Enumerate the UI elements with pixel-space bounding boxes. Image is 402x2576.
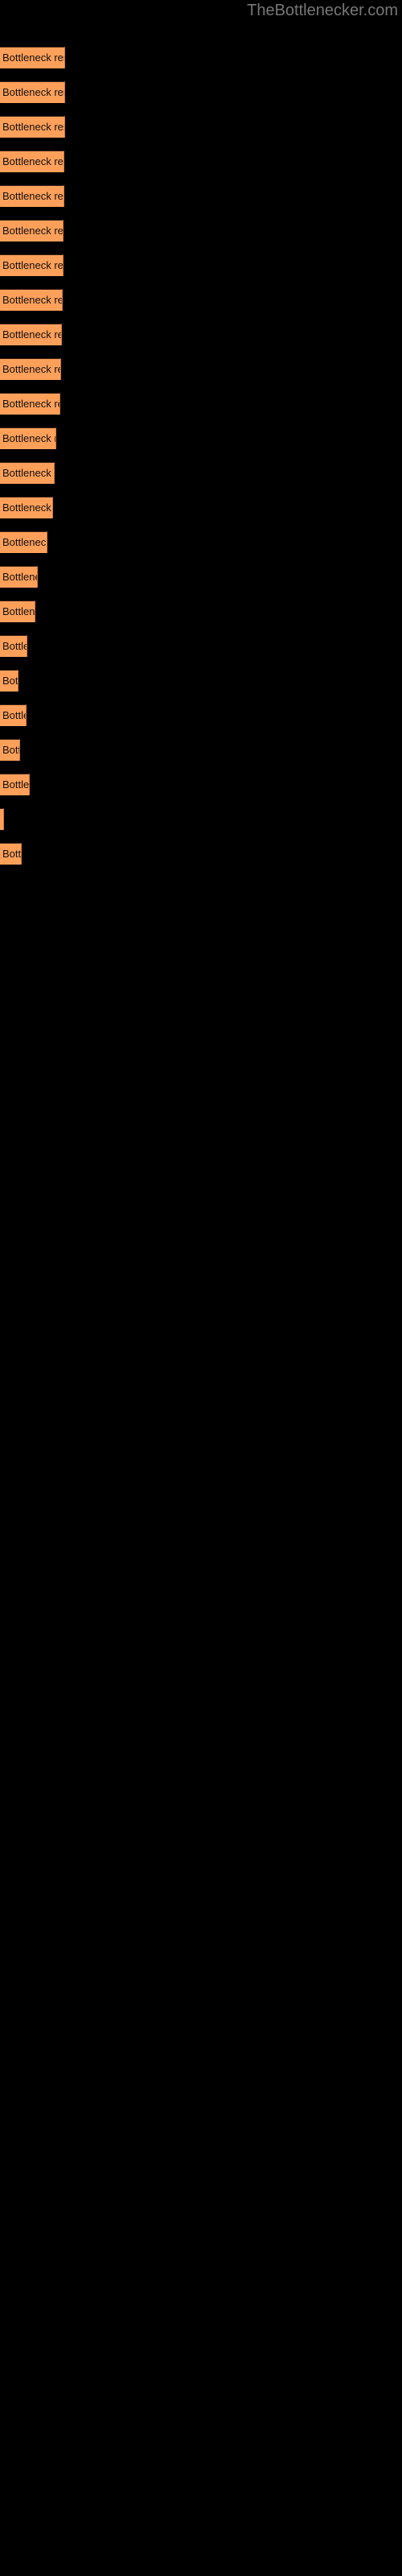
chart-bar[interactable]: Bottleneck result xyxy=(0,531,47,553)
chart-bar[interactable]: Bottleneck result xyxy=(0,81,65,103)
chart-bar-label: Bottleneck result xyxy=(2,52,64,64)
chart-bar-label: Bottleneck result xyxy=(2,502,52,514)
chart-bar-label: Bottleneck result xyxy=(2,778,30,791)
chart-bar[interactable]: Bottleneck result xyxy=(0,497,53,518)
chart-bar[interactable]: Bottleneck result xyxy=(0,739,20,761)
chart-bar-row: Bottleneck result xyxy=(0,670,402,704)
chart-bar-row: Bottleneck result xyxy=(0,254,402,289)
chart-bar-label: Bottleneck result xyxy=(2,398,59,410)
chart-bar-row: Bottleneck result xyxy=(0,843,402,877)
chart-bar-label: Bottleneck result xyxy=(2,155,64,167)
chart-bar-label: Bottleneck result xyxy=(2,86,64,98)
chart-bar-label: Bottleneck result xyxy=(2,744,19,756)
chart-bar-label: Bottleneck result xyxy=(2,190,64,202)
chart-bar-label: Bottleneck result xyxy=(2,675,18,687)
chart-bar-row: Bottleneck result xyxy=(0,427,402,462)
chart-bar-row: Bottleneck result xyxy=(0,116,402,151)
chart-bar[interactable]: Bottleneck result xyxy=(0,151,64,172)
chart-bar-row: Bottleneck result xyxy=(0,393,402,427)
chart-bar[interactable]: Bottleneck result xyxy=(0,601,35,622)
chart-bar-label: Bottleneck result xyxy=(2,709,26,721)
chart-bar-row: Bottleneck result xyxy=(0,566,402,601)
chart-bar-row: Bottleneck result xyxy=(0,531,402,566)
chart-bar-row: Bottleneck result xyxy=(0,289,402,324)
chart-bar-row: Bottleneck result xyxy=(0,462,402,497)
chart-bar-label: Bottleneck result xyxy=(2,467,54,479)
chart-bar[interactable]: Bottleneck result xyxy=(0,185,64,207)
chart-bar[interactable]: Bottleneck result xyxy=(0,289,63,311)
chart-bar-row: Bottleneck result xyxy=(0,358,402,393)
chart-bar[interactable]: Bottleneck result xyxy=(0,393,60,415)
chart-bar-row: Bottleneck result xyxy=(0,808,402,843)
chart-bar[interactable]: Bottleneck result xyxy=(0,254,64,276)
chart-bar-row: Bottleneck result xyxy=(0,601,402,635)
chart-bar-row: Bottleneck result xyxy=(0,635,402,670)
chart-bar[interactable]: Bottleneck result xyxy=(0,566,38,588)
chart-bar-row: Bottleneck result xyxy=(0,739,402,774)
chart-bar[interactable]: Bottleneck result xyxy=(0,47,65,68)
chart-bar-label: Bottleneck result xyxy=(2,640,27,652)
chart-bar[interactable]: Bottleneck result xyxy=(0,220,64,242)
chart-bar[interactable]: Bottleneck result xyxy=(0,427,56,449)
chart-bar-label: Bottleneck result xyxy=(2,432,55,444)
chart-bar-row: Bottleneck result xyxy=(0,774,402,808)
chart-bar-label: Bottleneck result xyxy=(2,328,61,341)
chart-bar[interactable]: Bottleneck result xyxy=(0,116,65,138)
chart-bar[interactable]: Bottleneck result xyxy=(0,774,30,795)
chart-bar-row: Bottleneck result xyxy=(0,151,402,185)
chart-bar-row: Bottleneck result xyxy=(0,47,402,81)
chart-bar-label: Bottleneck result xyxy=(2,225,64,237)
chart-bar[interactable]: Bottleneck result xyxy=(0,704,27,726)
chart-bar-row: Bottleneck result xyxy=(0,185,402,220)
chart-bar-label: Bottleneck result xyxy=(2,259,64,271)
chart-bar[interactable]: Bottleneck result xyxy=(0,670,18,691)
chart-bar[interactable]: Bottleneck result xyxy=(0,358,61,380)
chart-bar-label: Bottleneck result xyxy=(2,121,64,133)
chart-bar-row: Bottleneck result xyxy=(0,220,402,254)
chart-bar[interactable]: Bottleneck result xyxy=(0,808,4,830)
bottleneck-bar-chart: Bottleneck result Bottleneck result Bottle… xyxy=(0,47,402,877)
site-title: TheBottlenecker.com xyxy=(247,2,398,19)
chart-bar-label: Bottleneck result xyxy=(2,812,3,827)
chart-bar[interactable]: Bottleneck result xyxy=(0,843,22,865)
chart-bar-label: Bottleneck result xyxy=(2,571,37,583)
chart-bar-row: Bottleneck result xyxy=(0,704,402,739)
chart-bar-label: Bottleneck result xyxy=(2,848,22,860)
chart-bar-label: Bottleneck result xyxy=(2,605,35,617)
chart-bar-label: Bottleneck result xyxy=(2,363,60,375)
chart-bar-row: Bottleneck result xyxy=(0,81,402,116)
chart-bar-row: Bottleneck result xyxy=(0,324,402,358)
chart-bar[interactable]: Bottleneck result xyxy=(0,462,55,484)
chart-bar-label: Bottleneck result xyxy=(2,536,47,548)
chart-bar[interactable]: Bottleneck result xyxy=(0,635,27,657)
chart-bar[interactable]: Bottleneck result xyxy=(0,324,62,345)
chart-bar-label: Bottleneck result xyxy=(2,294,62,306)
chart-bar-row: Bottleneck result xyxy=(0,497,402,531)
